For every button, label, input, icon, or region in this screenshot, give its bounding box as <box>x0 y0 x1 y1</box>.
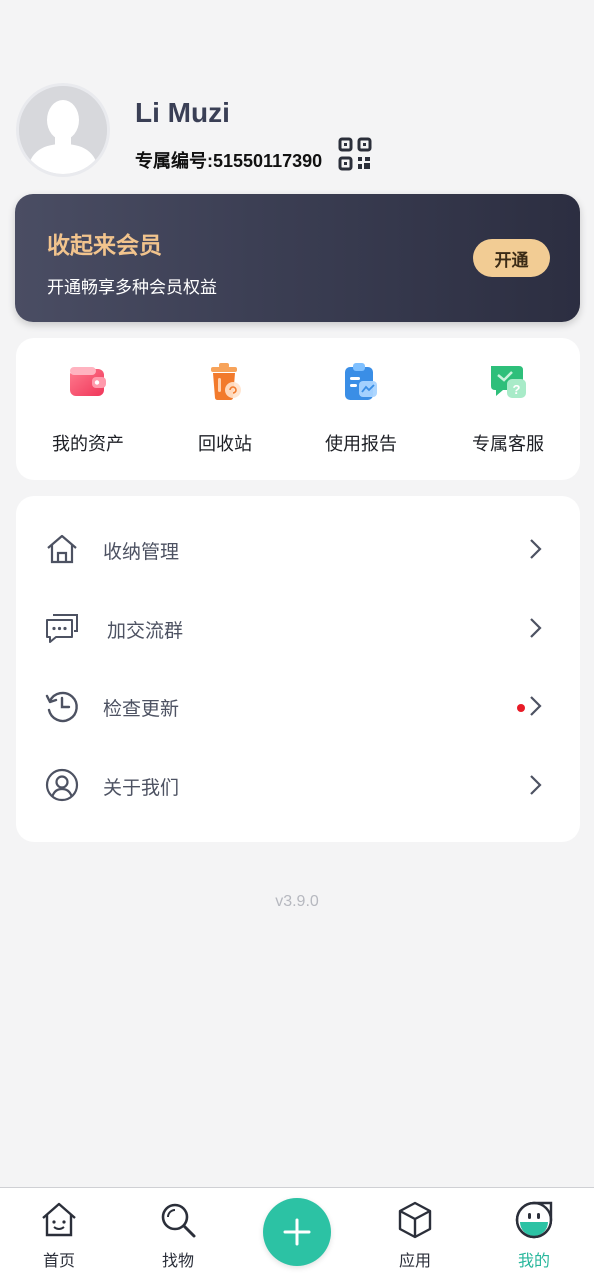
menu-item-join-group[interactable]: 加交流群 <box>16 591 580 669</box>
qr-code-icon[interactable] <box>338 137 372 171</box>
quick-item-recycle-bin[interactable]: 回收站 <box>165 360 285 456</box>
wallet-icon <box>70 367 106 396</box>
quick-item-assets[interactable]: 我的资产 <box>28 360 148 456</box>
vip-activate-button[interactable]: 开通 <box>473 239 550 277</box>
menu-item-label: 加交流群 <box>107 621 184 642</box>
plus-icon <box>283 1218 311 1246</box>
vip-subtitle: 开通畅享多种会员权益 <box>47 278 217 297</box>
customer-service-icon: ? <box>491 366 526 398</box>
report-clipboard-icon <box>345 363 377 400</box>
svg-text:?: ? <box>513 382 521 397</box>
menu-item-label: 检查更新 <box>103 699 180 720</box>
vip-title: 收起来会员 <box>47 232 162 258</box>
add-button[interactable] <box>263 1198 331 1266</box>
recycle-bin-icon <box>211 363 241 400</box>
settings-menu: 收纳管理 加交流群 检查更新 关于我们 <box>16 496 580 842</box>
home-tab-icon <box>42 1202 76 1237</box>
quick-item-label: 回收站 <box>198 434 252 454</box>
quick-item-label: 使用报告 <box>325 434 397 454</box>
tab-label: 首页 <box>42 1253 75 1270</box>
menu-item-label: 关于我们 <box>103 778 180 799</box>
update-badge <box>517 704 525 712</box>
tab-mine[interactable]: 我的 <box>489 1200 579 1271</box>
user-circle-icon <box>45 768 79 802</box>
user-id: 专属编号:51550117390 <box>135 151 323 171</box>
tab-home[interactable]: 首页 <box>14 1200 104 1271</box>
chat-bubbles-icon <box>46 614 78 643</box>
home-icon <box>47 534 77 564</box>
quick-item-report[interactable]: 使用报告 <box>301 360 421 456</box>
mascot-icon <box>515 1201 553 1239</box>
chevron-right-icon <box>530 696 542 716</box>
quick-item-label: 我的资产 <box>52 434 124 454</box>
menu-item-check-update[interactable]: 检查更新 <box>16 669 580 747</box>
search-icon <box>161 1203 196 1238</box>
user-name: Li Muzi <box>135 97 230 128</box>
quick-item-support[interactable]: ? 专属客服 <box>448 360 568 456</box>
quick-item-label: 专属客服 <box>472 434 544 454</box>
tab-apps[interactable]: 应用 <box>370 1200 460 1271</box>
vip-banner[interactable]: 收起来会员 开通畅享多种会员权益 开通 <box>15 194 580 322</box>
tab-label: 应用 <box>398 1253 431 1270</box>
default-avatar-icon <box>19 86 107 174</box>
app-version: v3.9.0 <box>275 893 319 910</box>
menu-item-label: 收纳管理 <box>103 542 180 563</box>
menu-item-storage[interactable]: 收纳管理 <box>16 512 580 590</box>
tab-label: 找物 <box>161 1253 194 1270</box>
quick-actions-card: 我的资产 回收站 使用报告 ? 专属客服 <box>16 338 580 480</box>
profile-header: Li Muzi 专属编号:51550117390 <box>16 83 578 179</box>
box-icon <box>398 1201 432 1239</box>
tab-find[interactable]: 找物 <box>133 1200 223 1271</box>
chevron-right-icon <box>530 775 542 795</box>
tab-label: 我的 <box>517 1253 550 1270</box>
menu-item-about[interactable]: 关于我们 <box>16 748 580 826</box>
history-icon <box>45 691 78 723</box>
chevron-right-icon <box>530 539 542 559</box>
chevron-right-icon <box>530 618 542 638</box>
avatar[interactable] <box>16 83 110 177</box>
